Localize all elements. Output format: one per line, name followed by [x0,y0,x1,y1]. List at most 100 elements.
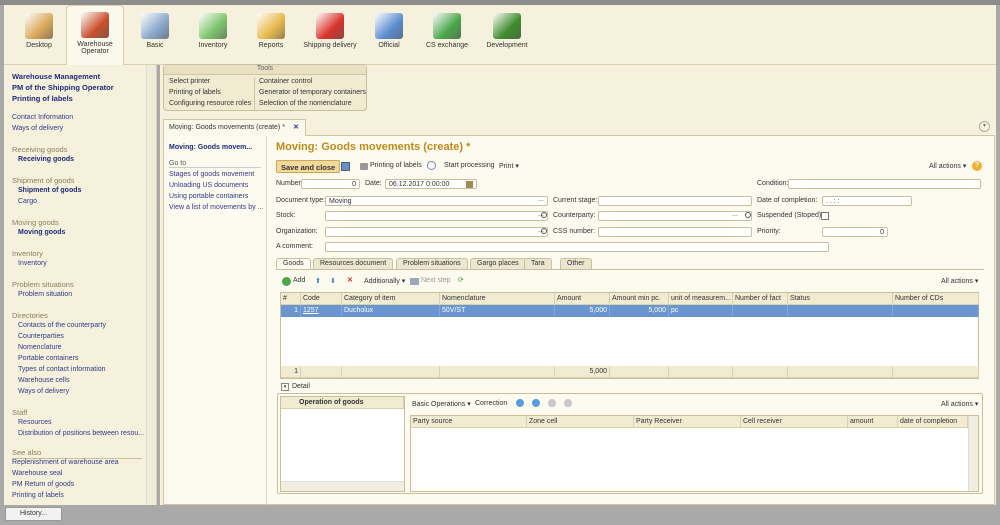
column-header[interactable]: Number of fact [733,293,788,305]
nav-link[interactable]: Using portable containers [169,193,248,200]
nav-link[interactable]: Stages of goods movement [169,171,254,178]
move-up-icon[interactable]: ⬆ [315,277,321,285]
completion-field[interactable]: . . : : [822,196,912,206]
sidebar-link[interactable]: Contact Information [12,114,73,121]
operations-scrollbar[interactable] [281,481,404,491]
refresh-icon[interactable]: ⟳ [458,276,464,284]
delete-icon[interactable]: ✕ [347,276,353,284]
current-stage-field[interactable] [598,196,752,206]
select-button[interactable]: … [538,197,544,203]
doctype-field[interactable]: Moving [325,196,548,206]
column-header[interactable]: Cell receiver [741,416,848,428]
column-header[interactable]: Nomenclature [440,293,555,305]
add-icon[interactable] [282,277,291,286]
tools-link[interactable]: Configuring resource roles [169,100,251,107]
section-reports[interactable]: Reports [242,7,300,63]
column-header[interactable]: Amount min pc. [610,293,669,305]
sidebar-item[interactable]: Resources [18,419,51,426]
goods-all-actions-menu[interactable]: All actions ▾ [941,277,978,285]
tab-problem-situations[interactable]: Problem situations [396,258,468,269]
section-development[interactable]: Development [478,7,536,63]
comment-field[interactable] [325,242,829,252]
start-processing-button[interactable]: Start processing [444,162,495,169]
sidebar-item[interactable]: Contacts of the counterparty [18,322,106,329]
table-cell[interactable]: 1257 [301,305,342,317]
detail-all-actions-menu[interactable]: All actions ▾ [941,400,978,408]
detail-label[interactable]: Detail [292,383,310,390]
tab-resources-document[interactable]: Resources document [313,258,394,269]
css-number-field[interactable] [598,227,752,237]
column-header[interactable]: Number of CDs [893,293,979,305]
save-and-close-button[interactable]: Save and close [276,160,341,173]
tools-link[interactable]: Generator of temporary containers [259,89,366,96]
basic-operations-menu[interactable]: Basic Operations ▾ [412,400,471,408]
tab-tara[interactable]: Tara [524,258,552,269]
all-actions-menu[interactable]: All actions ▾ [929,162,966,170]
organization-field[interactable] [325,227,548,237]
sidebar-top-link[interactable]: Warehouse Management [12,72,100,81]
tab-other[interactable]: Other [560,258,592,269]
nav-link[interactable]: Unloading US documents [169,182,248,189]
close-icon[interactable]: ✕ [293,123,299,131]
column-header[interactable]: amount [848,416,898,428]
column-header[interactable]: date of completion [898,416,968,428]
sidebar-item[interactable]: Counterparties [18,333,64,340]
sidebar-item[interactable]: Moving goods [18,229,65,236]
column-header[interactable]: Category of item [342,293,440,305]
see-also-link[interactable]: Warehouse seal [12,470,62,477]
column-header[interactable]: Code [301,293,342,305]
section-inventory[interactable]: Inventory [184,7,242,63]
tools-link[interactable]: Select printer [169,78,210,85]
document-tab[interactable]: Moving: Goods movements (create) * ✕ [163,119,306,136]
sidebar-item[interactable]: Nomenclature [18,344,62,351]
section-cs-exchange[interactable]: CS exchange [418,7,476,63]
section-shipping-delivery[interactable]: Shipping delivery [301,7,359,63]
nav-current[interactable]: Moving: Goods movem... [169,144,252,151]
tools-link[interactable]: Container control [259,78,312,85]
history-button[interactable]: History... [5,507,62,521]
search-icon[interactable] [541,212,547,218]
condition-field[interactable] [788,179,981,189]
sidebar-item[interactable]: Shipment of goods [18,187,81,194]
arrow-right-icon[interactable] [532,399,540,407]
sidebar-item[interactable]: Receiving goods [18,156,74,163]
add-button[interactable]: Add [293,277,305,284]
print-labels-button[interactable]: Printing of labels [370,162,422,169]
section-basic[interactable]: Basic [126,7,184,63]
sidebar-item[interactable]: Problem situation [18,291,72,298]
tools-link[interactable]: Selection of the nomenclature [259,100,352,107]
see-also-link[interactable]: Printing of labels [12,492,64,499]
sidebar-item[interactable]: Ways of delivery [18,388,69,395]
sidebar-item[interactable]: Types of contact information [18,366,106,373]
sidebar-item[interactable]: Portable containers [18,355,78,362]
section-desktop[interactable]: Desktop [10,7,68,63]
section-official[interactable]: Official [360,7,418,63]
collapse-icon[interactable]: ▾ [979,121,990,132]
search-icon[interactable] [745,212,751,218]
select-button[interactable]: … [732,212,738,218]
sidebar-scrollbar[interactable] [146,65,156,505]
number-field[interactable]: 0 [301,179,360,189]
column-header[interactable]: Status [788,293,893,305]
detail-toggle-icon[interactable]: ▾ [281,383,289,391]
sidebar-top-link[interactable]: PM of the Shipping Operator [12,83,114,92]
filter-icon[interactable] [548,399,556,407]
additionally-menu[interactable]: Additionally ▾ [364,277,405,285]
search-icon[interactable] [541,228,547,234]
sidebar-item[interactable]: Inventory [18,260,47,267]
column-header[interactable]: Party source [411,416,527,428]
see-also-link[interactable]: PM Return of goods [12,481,74,488]
sidebar-item[interactable]: Warehouse cells [18,377,70,384]
tools-link[interactable]: Printing of labels [169,89,221,96]
section-warehouse-operator[interactable]: Warehouse Operator [66,5,124,65]
counterparty-field[interactable] [598,211,752,221]
date-field[interactable]: 06.12.2017 0:00:00 [385,179,477,189]
column-header[interactable]: Party Receiver [634,416,741,428]
column-header[interactable]: # [281,293,301,305]
help-icon[interactable]: ? [972,161,982,171]
column-header[interactable]: Amount [555,293,610,305]
save-icon[interactable] [341,162,350,171]
see-also-link[interactable]: Replenishment of warehouse area [12,459,119,466]
sidebar-item[interactable]: Cargo [18,198,37,205]
move-down-icon[interactable]: ⬇ [330,277,336,285]
